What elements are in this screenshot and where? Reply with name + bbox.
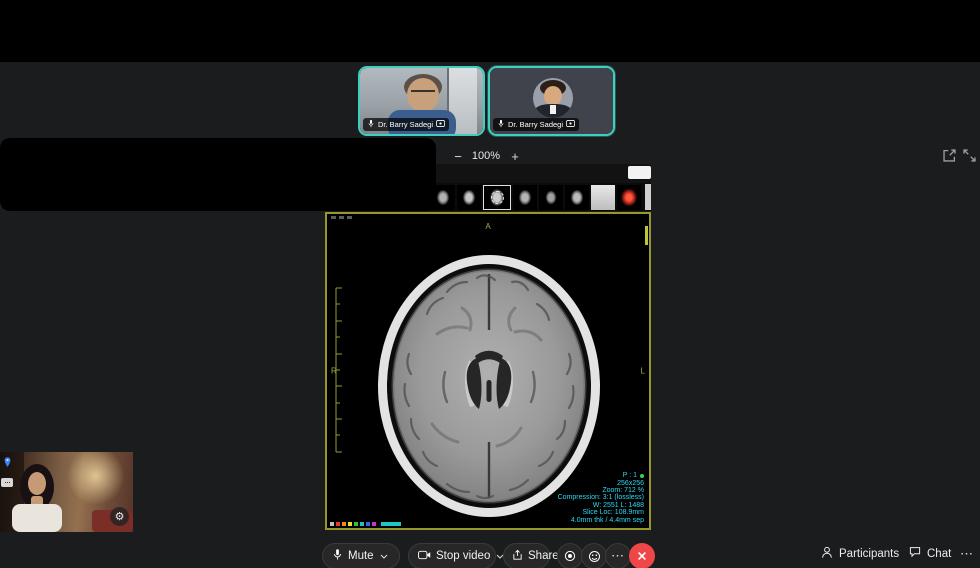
series-thumbnail <box>513 185 537 210</box>
overlay-matrix: 256x256 <box>558 480 644 487</box>
participant-1-name-badge: Dr. Barry Sadegi <box>363 118 449 131</box>
mic-icon <box>497 119 505 130</box>
viewer-mini-toolbar <box>331 216 352 219</box>
video-on-indicator-icon <box>566 120 575 129</box>
stop-video-button[interactable]: Stop video <box>408 543 496 568</box>
dicom-viewer: A R L P : 1 256x256 Zoom: 712 % Compress… <box>325 212 651 530</box>
overlay-thickness: 4.0mm thk / 4.4mm sep <box>558 517 644 524</box>
status-dot <box>640 474 644 478</box>
fullscreen-icon[interactable] <box>961 147 978 164</box>
overlay-series-line: P : 1 <box>623 472 637 479</box>
popout-icon[interactable] <box>941 147 958 164</box>
annotation-circle <box>491 191 504 204</box>
close-icon <box>637 551 647 561</box>
share-label: Share <box>528 550 559 562</box>
series-thumbnail <box>457 185 481 210</box>
participant-tile-2[interactable]: Dr. Barry Sadegi <box>488 66 615 136</box>
mic-icon <box>367 119 375 130</box>
meeting-window: Dr. Barry Sadegi Dr. Barry Sadegi <box>0 0 980 568</box>
more-options-button[interactable]: ⋯ <box>605 543 631 568</box>
strip-scrollbar <box>645 184 651 210</box>
overlay-zoom: Zoom: 712 % <box>558 487 644 494</box>
viewer-scrollbar <box>645 226 648 245</box>
chat-icon <box>909 546 921 561</box>
overlay-slice-loc: Slice Loc: 108.9mm <box>558 509 644 516</box>
series-thumbnail-selected <box>483 185 511 210</box>
participants-panel-button[interactable]: Participants <box>821 546 899 562</box>
keyboard-icon[interactable] <box>1 478 13 487</box>
chat-label: Chat <box>927 548 951 560</box>
mute-label: Mute <box>348 550 374 562</box>
series-thumbnail-scout <box>591 185 615 210</box>
pin-icon[interactable] <box>1 456 14 469</box>
more-panels-button[interactable]: ⋯ <box>960 546 974 562</box>
series-thumbnail-colormap <box>617 185 641 210</box>
mute-button[interactable]: Mute <box>322 543 400 568</box>
record-button[interactable] <box>557 543 583 568</box>
shared-ui-fragment <box>628 166 651 179</box>
participant-name: Dr. Barry Sadegi <box>508 120 563 129</box>
video-on-indicator-icon <box>436 120 445 129</box>
participant-name: Dr. Barry Sadegi <box>378 120 433 129</box>
camera-icon <box>418 550 431 563</box>
settings-gear-button[interactable]: ⚙ <box>110 507 129 526</box>
series-thumbnail <box>565 185 589 210</box>
chat-panel-button[interactable]: Chat <box>909 546 951 561</box>
viewer-status-chips <box>330 522 401 526</box>
overlay-window-level: W: 2551 L: 1488 <box>558 502 644 509</box>
zoom-out-button[interactable]: − <box>449 147 467 165</box>
dicom-overlay-text: P : 1 256x256 Zoom: 712 % Compression: 3… <box>558 472 644 524</box>
leave-meeting-button[interactable] <box>629 543 655 568</box>
participant-2-name-badge: Dr. Barry Sadegi <box>493 118 579 131</box>
share-icon <box>512 549 523 564</box>
participant-tile-1[interactable]: Dr. Barry Sadegi <box>358 66 485 136</box>
participants-label: Participants <box>839 548 899 560</box>
mic-icon <box>332 548 343 564</box>
viewer-h-scrollbar <box>381 522 401 526</box>
reactions-button[interactable] <box>581 543 607 568</box>
participants-icon <box>821 546 833 562</box>
zoom-in-button[interactable]: + <box>506 147 524 165</box>
orientation-anterior: A <box>485 222 490 231</box>
zoom-level-label: 100% <box>468 150 504 162</box>
series-thumbnail <box>539 185 563 210</box>
top-black-bar <box>0 0 980 62</box>
avatar <box>533 78 573 118</box>
orientation-right-side: R <box>331 367 337 376</box>
chevron-down-icon[interactable] <box>380 554 388 559</box>
overlay-compression: Compression: 3:1 (lossless) <box>558 494 644 501</box>
redacted-region <box>0 138 436 211</box>
stop-video-label: Stop video <box>436 550 490 562</box>
share-button[interactable]: Share <box>503 543 550 568</box>
self-view-video[interactable]: ⚙ <box>0 452 133 532</box>
orientation-left-side: L <box>641 367 645 376</box>
